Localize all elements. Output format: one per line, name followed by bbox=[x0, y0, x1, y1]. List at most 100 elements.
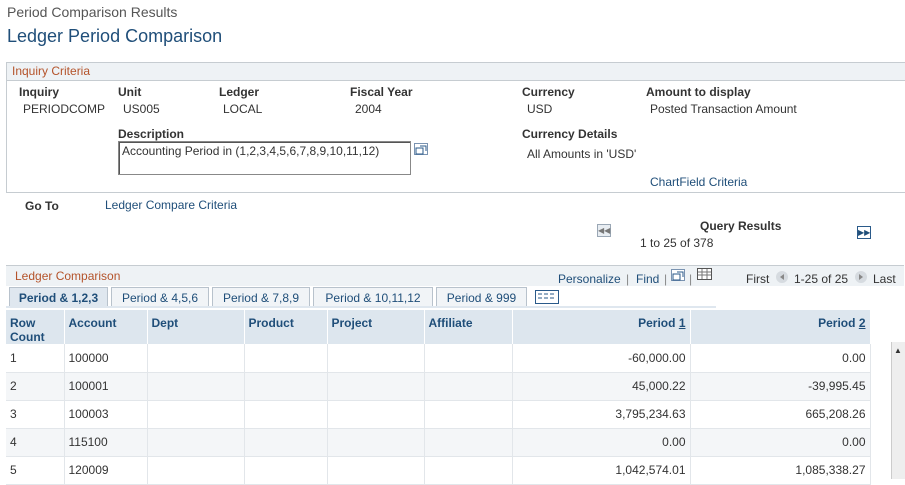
unit-label: Unit bbox=[118, 85, 142, 99]
account-cell: 115100 bbox=[64, 428, 148, 457]
tab-period-10-11-12[interactable]: Period & 10,11,12 bbox=[313, 287, 433, 307]
affiliate-cell bbox=[424, 428, 513, 457]
separator: | bbox=[689, 272, 693, 286]
download-icon[interactable] bbox=[697, 268, 712, 283]
tab-period-7-8-9[interactable]: Period & 7,8,9 bbox=[212, 287, 310, 307]
currency-details-label: Currency Details bbox=[522, 127, 618, 141]
chartfield-criteria-link[interactable]: ChartField Criteria bbox=[650, 175, 747, 189]
col-period-2[interactable]: Period 2 bbox=[690, 310, 871, 344]
fiscal-year-value: 2004 bbox=[355, 102, 382, 116]
period-2-cell: 665,208.26 bbox=[690, 400, 871, 429]
account-cell: 120009 bbox=[64, 456, 148, 485]
inquiry-label: Inquiry bbox=[19, 85, 60, 99]
period-2-cell: 0.00 bbox=[690, 428, 871, 457]
product-cell bbox=[244, 372, 328, 401]
col-project[interactable]: Project bbox=[327, 310, 425, 344]
tab-underline bbox=[6, 306, 716, 308]
first-page-icon[interactable]: ◀◀ bbox=[597, 224, 611, 237]
breadcrumb: Period Comparison Results bbox=[7, 4, 178, 20]
inquiry-value: PERIODCOMP bbox=[23, 102, 106, 116]
scroll-up-icon[interactable]: ▲ bbox=[891, 344, 905, 358]
description-textarea[interactable]: Accounting Period in (1,2,3,4,5,6,7,8,9,… bbox=[118, 141, 411, 175]
table-row: 4 115100 0.00 0.00 bbox=[6, 428, 871, 457]
ledger-label: Ledger bbox=[219, 85, 260, 99]
table-row: 2 100001 45,000.22 -39,995.45 bbox=[6, 372, 871, 401]
page-title: Ledger Period Comparison bbox=[7, 26, 223, 46]
row-count-cell: 4 bbox=[6, 428, 65, 457]
row-count-cell: 5 bbox=[6, 456, 65, 485]
dept-cell bbox=[147, 372, 245, 401]
find-link[interactable]: Find bbox=[636, 272, 659, 286]
dept-cell bbox=[147, 344, 245, 373]
query-results-title: Query Results bbox=[700, 219, 782, 233]
account-cell: 100000 bbox=[64, 344, 148, 373]
separator: | bbox=[626, 272, 630, 286]
col-account[interactable]: Account bbox=[64, 310, 148, 344]
col-dept[interactable]: Dept bbox=[147, 310, 245, 344]
view-all-icon[interactable] bbox=[671, 269, 685, 281]
project-cell bbox=[327, 428, 425, 457]
period-1-cell: 0.00 bbox=[512, 428, 691, 457]
next-icon[interactable] bbox=[854, 270, 868, 287]
inquiry-criteria-title: Inquiry Criteria bbox=[12, 64, 91, 78]
dept-cell bbox=[147, 428, 245, 457]
last-page-icon[interactable]: ▶▶ bbox=[857, 226, 871, 239]
ledger-value: LOCAL bbox=[223, 102, 263, 116]
project-cell bbox=[327, 344, 425, 373]
tab-period-4-5-6[interactable]: Period & 4,5,6 bbox=[111, 287, 209, 307]
table-row: 1 100000 -60,000.00 0.00 bbox=[6, 344, 871, 373]
separator: | bbox=[664, 272, 668, 286]
col-row-count: Row Count bbox=[6, 310, 65, 344]
goto-label: Go To bbox=[25, 199, 59, 213]
unit-value: US005 bbox=[123, 102, 160, 116]
amount-to-display-value: Posted Transaction Amount bbox=[650, 102, 797, 116]
table-row: 5 120009 1,042,574.01 1,085,338.27 bbox=[6, 456, 871, 485]
product-cell bbox=[244, 428, 328, 457]
prev-icon[interactable] bbox=[775, 270, 789, 287]
inquiry-criteria-header: Inquiry Criteria bbox=[6, 62, 905, 81]
show-all-columns-icon[interactable] bbox=[535, 290, 559, 307]
project-cell bbox=[327, 372, 425, 401]
currency-label: Currency bbox=[522, 85, 575, 99]
period-2-cell: -39,995.45 bbox=[690, 372, 871, 401]
description-label: Description bbox=[118, 127, 185, 141]
period-2-cell: 0.00 bbox=[690, 344, 871, 373]
personalize-link[interactable]: Personalize bbox=[558, 272, 621, 286]
currency-value: USD bbox=[527, 102, 553, 116]
first-link[interactable]: First bbox=[746, 272, 769, 286]
col-product[interactable]: Product bbox=[244, 310, 328, 344]
period-1-cell: 3,795,234.63 bbox=[512, 400, 691, 429]
project-cell bbox=[327, 400, 425, 429]
affiliate-cell bbox=[424, 372, 513, 401]
tab-period-1-2-3[interactable]: Period & 1,2,3 bbox=[9, 287, 108, 307]
table-row: 3 100003 3,795,234.63 665,208.26 bbox=[6, 400, 871, 429]
ledger-comparison-grid: Row Count Account Dept Product Project Af… bbox=[6, 310, 871, 485]
grid-title: Ledger Comparison bbox=[15, 269, 121, 283]
row-count-cell: 2 bbox=[6, 372, 65, 401]
period-2-cell: 1,085,338.27 bbox=[690, 456, 871, 485]
product-cell bbox=[244, 400, 328, 429]
product-cell bbox=[244, 456, 328, 485]
ledger-compare-criteria-link[interactable]: Ledger Compare Criteria bbox=[105, 198, 237, 212]
period-1-cell: -60,000.00 bbox=[512, 344, 691, 373]
period-1-cell: 1,042,574.01 bbox=[512, 456, 691, 485]
grid-scrollbar[interactable] bbox=[891, 342, 905, 479]
expand-textarea-icon[interactable] bbox=[414, 143, 428, 155]
tab-period-999[interactable]: Period & 999 bbox=[436, 287, 527, 307]
col-affiliate[interactable]: Affiliate bbox=[424, 310, 513, 344]
dept-cell bbox=[147, 456, 245, 485]
project-cell bbox=[327, 456, 425, 485]
amount-to-display-label: Amount to display bbox=[646, 85, 751, 99]
account-cell: 100001 bbox=[64, 372, 148, 401]
last-link[interactable]: Last bbox=[873, 272, 896, 286]
dept-cell bbox=[147, 400, 245, 429]
period-1-cell: 45,000.22 bbox=[512, 372, 691, 401]
row-count-cell: 3 bbox=[6, 400, 65, 429]
grid-range: 1-25 of 25 bbox=[794, 272, 849, 286]
product-cell bbox=[244, 344, 328, 373]
affiliate-cell bbox=[424, 400, 513, 429]
col-period-1[interactable]: Period 1 bbox=[512, 310, 691, 344]
affiliate-cell bbox=[424, 456, 513, 485]
affiliate-cell bbox=[424, 344, 513, 373]
query-results-range: 1 to 25 of 378 bbox=[640, 236, 714, 250]
